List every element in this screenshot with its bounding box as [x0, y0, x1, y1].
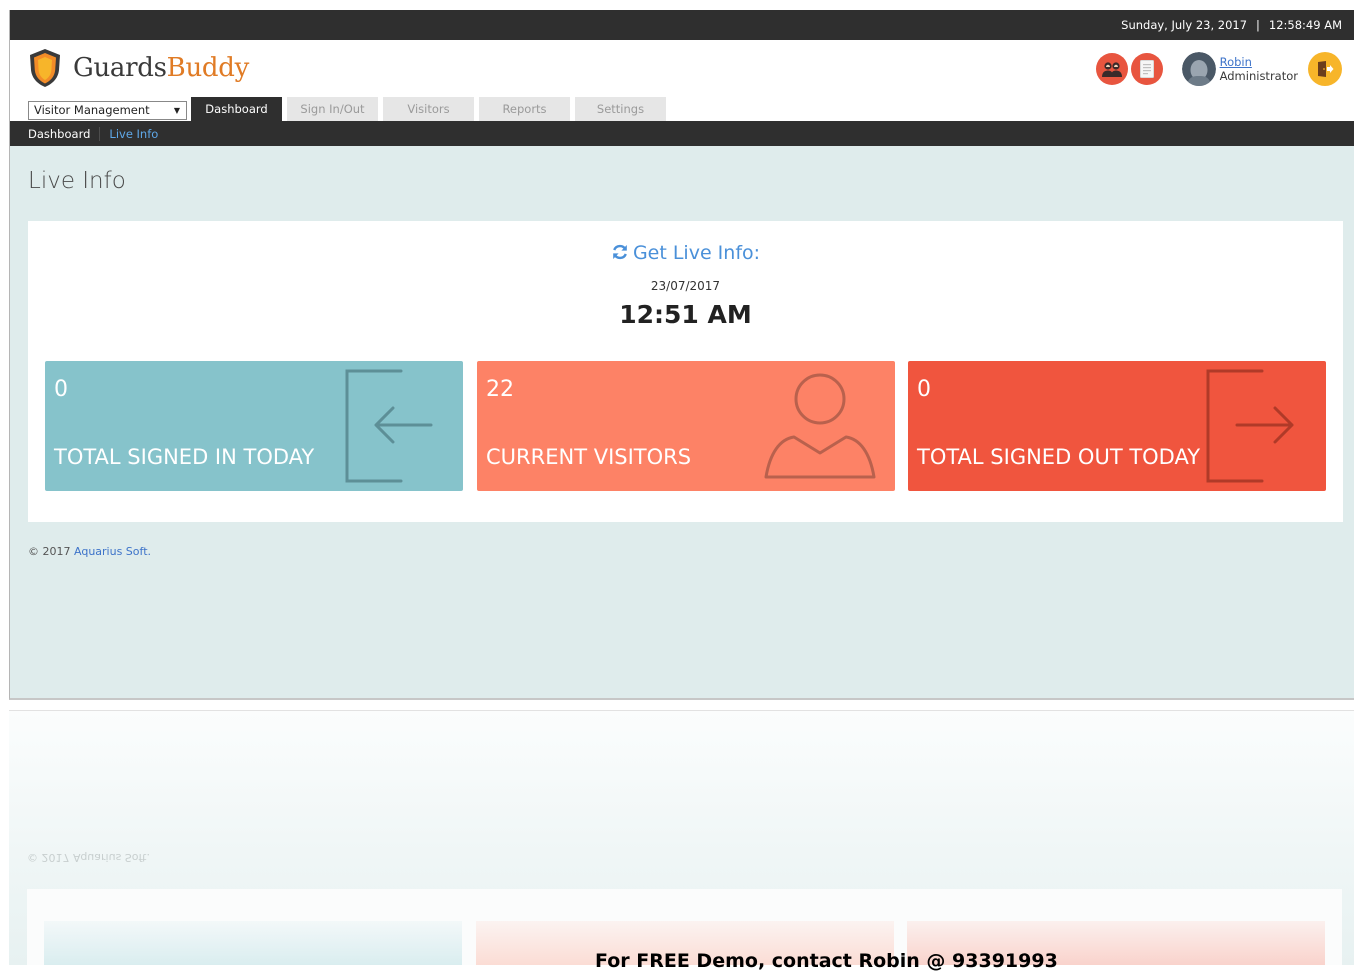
document-icon: [1139, 60, 1154, 78]
main-tabs: Dashboard Sign In/Out Visitors Reports S…: [191, 97, 671, 121]
signed-out-count: 0: [917, 377, 931, 402]
current-visitors-count: 22: [486, 377, 514, 402]
breadcrumb-dashboard[interactable]: Dashboard: [28, 127, 90, 141]
breadcrumb-divider: [99, 126, 101, 141]
sign-out-icon: [1206, 369, 1294, 483]
live-info-panel: Get Live Info: 23/07/2017 12:51 AM 0 TOT…: [28, 221, 1343, 522]
signed-out-label: TOTAL SIGNED OUT TODAY: [917, 445, 1201, 469]
shield-logo-icon: [30, 49, 60, 87]
app-header: GuardsBuddy Robin Administrator Visitor …: [10, 40, 1354, 121]
live-info-heading: Get Live Info:: [632, 242, 761, 264]
brand-logo[interactable]: GuardsBuddy: [28, 48, 249, 88]
people-button[interactable]: [1095, 53, 1128, 85]
live-time: 12:51 AM: [619, 300, 752, 329]
user-role: Administrator: [1219, 69, 1298, 83]
signed-in-label: TOTAL SIGNED IN TODAY: [54, 445, 315, 469]
screen-reflection: © 2017 Aquarius Soft.: [9, 710, 1354, 965]
demo-contact-note: For FREE Demo, contact Robin @ 93391993: [595, 950, 1058, 972]
brand-name: GuardsBuddy: [73, 53, 249, 83]
tab-dashboard[interactable]: Dashboard: [191, 97, 282, 121]
user-icon: [764, 373, 876, 479]
reflected-copyright: © 2017 Aquarius Soft.: [27, 851, 150, 864]
tab-visitors[interactable]: Visitors: [383, 97, 474, 121]
header-actions: Robin Administrator: [1095, 52, 1342, 86]
get-live-info-link[interactable]: Get Live Info:: [28, 242, 1343, 264]
tile-current-visitors[interactable]: 22 CURRENT VISITORS: [477, 361, 895, 491]
current-date: Sunday, July 23, 2017: [1121, 18, 1248, 32]
people-icon: [1101, 62, 1122, 77]
copyright-text: © 2017: [28, 545, 71, 558]
sign-in-icon: [345, 369, 433, 483]
user-name-link[interactable]: Robin: [1220, 55, 1298, 69]
module-select-value: Visitor Management: [34, 103, 150, 117]
chevron-down-icon: ▼: [173, 106, 180, 115]
signed-in-count: 0: [54, 377, 68, 402]
module-select[interactable]: Visitor Management ▼: [28, 101, 187, 120]
date-time-separator: |: [1256, 18, 1260, 32]
footer-copyright: © 2017 Aquarius Soft.: [28, 545, 151, 558]
page-title: Live Info: [28, 168, 126, 194]
refresh-icon: [613, 244, 627, 260]
logout-button[interactable]: [1308, 52, 1342, 86]
current-time: 12:58:49 AM: [1268, 18, 1342, 32]
report-button[interactable]: [1130, 53, 1163, 85]
brand-name-part2: Buddy: [166, 53, 250, 83]
avatar[interactable]: [1181, 52, 1216, 86]
tab-reports[interactable]: Reports: [479, 97, 570, 121]
reflected-tile-signed-in: [44, 921, 462, 965]
current-visitors-label: CURRENT VISITORS: [486, 445, 692, 469]
exit-door-icon: [1318, 61, 1334, 77]
tab-sign-in-out[interactable]: Sign In/Out: [287, 97, 378, 121]
breadcrumb: Dashboard Live Info: [10, 121, 1354, 146]
brand-name-part1: Guards: [73, 53, 167, 83]
breadcrumb-live-info[interactable]: Live Info: [109, 127, 158, 141]
app-window: Sunday, July 23, 2017 | 12:58:49 AM Guar…: [9, 10, 1354, 700]
tile-signed-in-today[interactable]: 0 TOTAL SIGNED IN TODAY: [45, 361, 463, 491]
tile-signed-out-today[interactable]: 0 TOTAL SIGNED OUT TODAY: [908, 361, 1326, 491]
live-date: 23/07/2017: [650, 279, 721, 293]
user-info: Robin Administrator: [1220, 55, 1298, 83]
datetime-bar: Sunday, July 23, 2017 | 12:58:49 AM: [10, 10, 1354, 40]
company-link[interactable]: Aquarius Soft.: [74, 545, 151, 558]
tab-settings[interactable]: Settings: [575, 97, 666, 121]
